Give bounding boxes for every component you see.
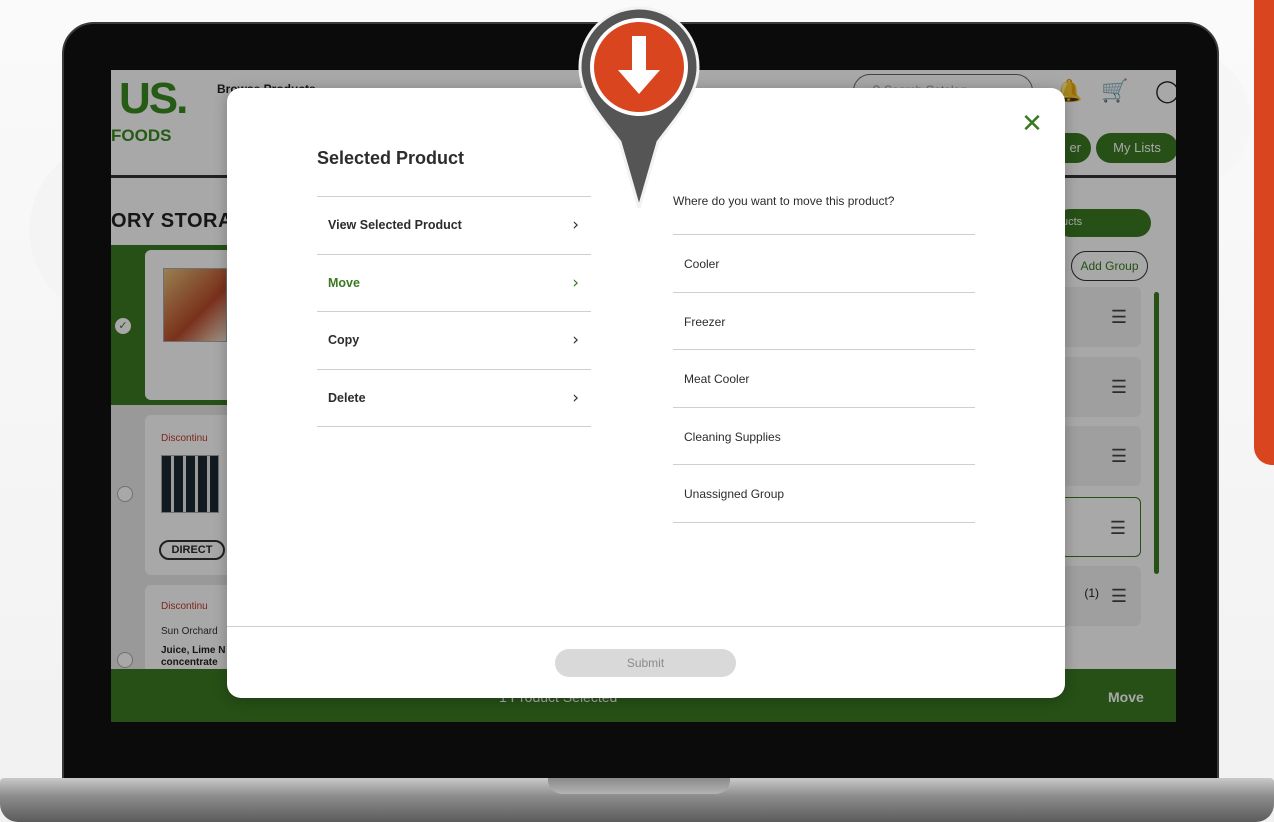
chevron-right-icon: › [572,387,579,408]
menu-item-copy[interactable]: Copy › [317,312,591,370]
destination-meat-cooler[interactable]: Meat Cooler [673,350,975,408]
destination-freezer[interactable]: Freezer [673,293,975,350]
destination-cleaning-supplies[interactable]: Cleaning Supplies [673,408,975,465]
download-arrow-pin-icon [578,6,700,208]
menu-item-move[interactable]: Move › [317,255,591,312]
menu-item-label: Delete [328,390,366,405]
destination-cooler[interactable]: Cooler [673,235,975,293]
submit-button[interactable]: Submit [555,649,736,677]
modal-title: Selected Product [317,148,465,168]
action-menu: View Selected Product › Move › Copy › De… [317,196,591,427]
chevron-right-icon: › [572,272,579,293]
chevron-right-icon: › [572,330,579,351]
menu-item-delete[interactable]: Delete › [317,370,591,427]
laptop-notch [548,778,730,794]
menu-item-label: View Selected Product [328,218,462,233]
menu-item-label: Copy [328,333,360,348]
modal-footer: Submit [227,626,1065,698]
destination-list: Cooler Freezer Meat Cooler Cleaning Supp… [673,234,975,523]
close-icon[interactable]: ✕ [1021,110,1043,136]
move-question: Where do you want to move this product? [673,194,895,208]
menu-item-view-selected-product[interactable]: View Selected Product › [317,197,591,255]
chevron-right-icon: › [572,215,579,236]
orange-accent-strip [1254,0,1274,465]
destination-unassigned-group[interactable]: Unassigned Group [673,465,975,523]
menu-item-label: Move [328,275,360,290]
